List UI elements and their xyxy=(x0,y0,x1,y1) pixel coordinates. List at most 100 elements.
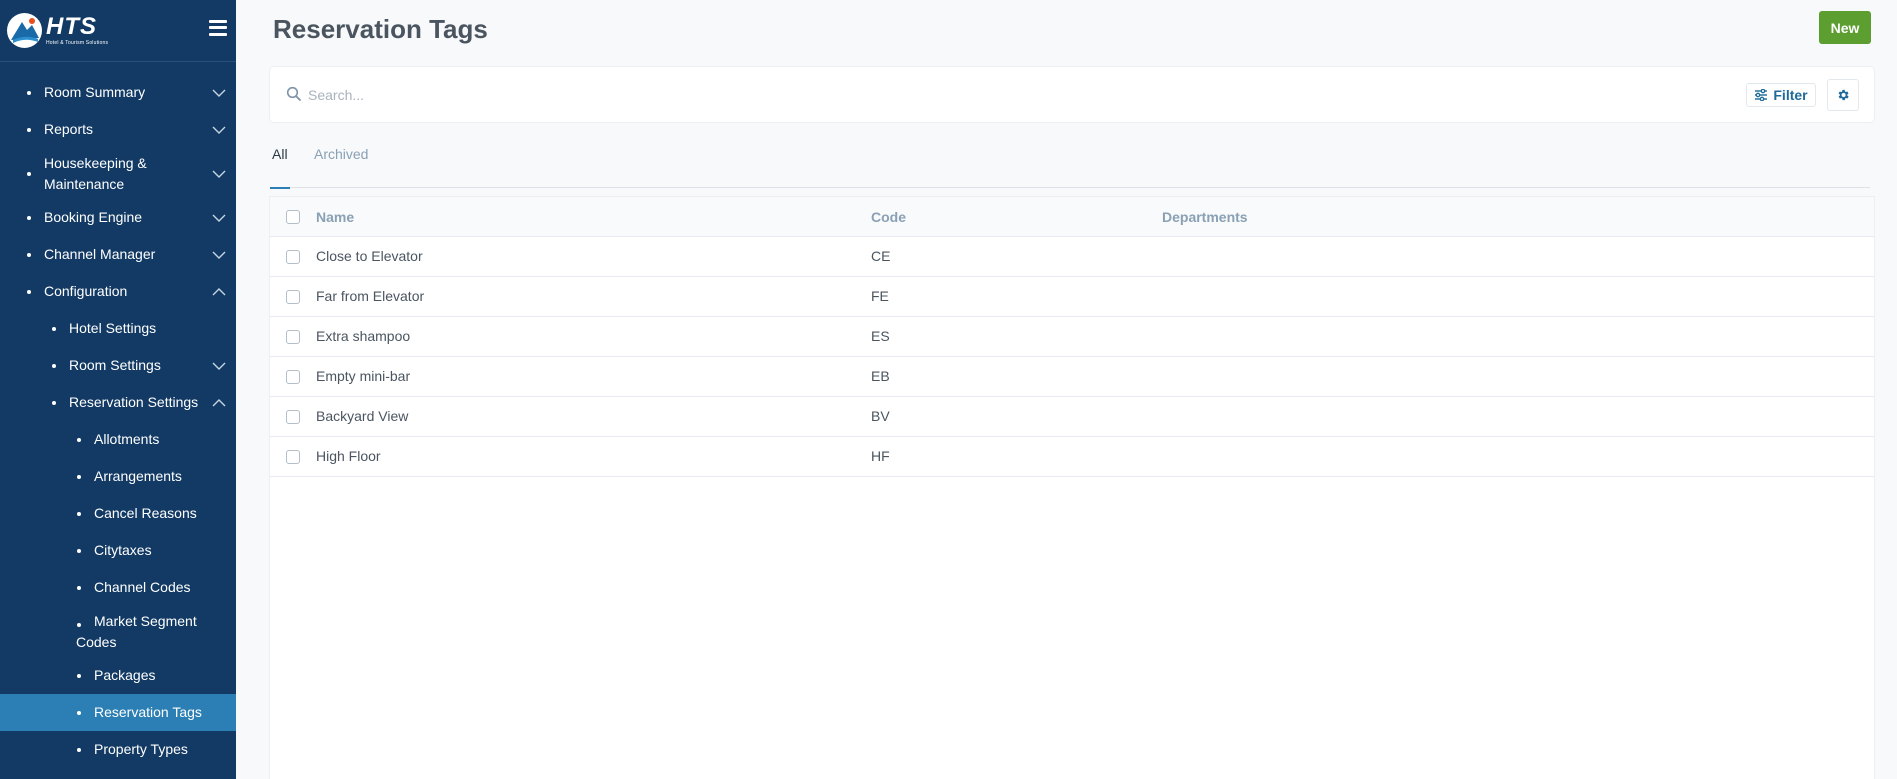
chevron-up-icon[interactable] xyxy=(212,398,226,407)
bullet xyxy=(77,474,81,479)
sidebar-item-arrangements[interactable]: Arrangements xyxy=(0,458,236,495)
sidebar-item-reservation-tags[interactable]: Reservation Tags xyxy=(0,694,236,731)
column-header-departments[interactable]: Departments xyxy=(1162,209,1248,225)
sidebar-item-booking-engine[interactable]: Booking Engine xyxy=(0,199,236,236)
sidebar-item-channel-codes[interactable]: Channel Codes xyxy=(0,569,236,606)
sidebar-item-allotments[interactable]: Allotments xyxy=(0,421,236,458)
sidebar-item-label: Arrangements xyxy=(94,468,182,484)
table-row[interactable]: Backyard View BV xyxy=(270,397,1874,437)
cell-code: BV xyxy=(871,408,890,424)
filter-button[interactable]: Filter xyxy=(1746,83,1816,107)
bullet xyxy=(27,90,31,95)
bullet xyxy=(27,127,31,132)
sidebar-item-label: Reservation Tags xyxy=(94,704,202,720)
table-body: Close to Elevator CE Far from Elevator FE Ex… xyxy=(270,237,1874,477)
sidebar-item-configuration[interactable]: Configuration xyxy=(0,273,236,310)
sidebar-item-label: Citytaxes xyxy=(94,542,152,558)
sidebar-item-reservation-settings[interactable]: Reservation Settings xyxy=(0,384,236,421)
sidebar-item-property-types[interactable]: Property Types xyxy=(0,731,236,768)
sidebar-item-room-settings[interactable]: Room Settings xyxy=(0,347,236,384)
sidebar-item-label: Market Segment Codes xyxy=(76,612,197,650)
bullet xyxy=(27,171,31,176)
chevron-down-icon[interactable] xyxy=(212,251,226,259)
cell-name: Empty mini-bar xyxy=(316,368,411,384)
chevron-down-icon[interactable] xyxy=(212,214,226,222)
bullet xyxy=(77,585,81,590)
cell-code: EB xyxy=(871,368,890,384)
bullet xyxy=(77,511,81,516)
sidebar-item-label: Reservation Settings xyxy=(69,394,199,410)
column-header-code[interactable]: Code xyxy=(871,209,906,225)
tabs: All Archived xyxy=(270,145,1870,189)
sidebar-item-citytaxes[interactable]: Citytaxes xyxy=(0,532,236,569)
bullet xyxy=(52,400,56,405)
sidebar-item-label: Property Types xyxy=(94,741,188,757)
search-input[interactable] xyxy=(308,83,1608,107)
chevron-down-icon[interactable] xyxy=(212,170,226,178)
sidebar-item-market-segment-codes[interactable]: Market Segment Codes xyxy=(0,606,236,657)
sidebar-item-label: Booking Engine xyxy=(44,209,143,225)
bullet xyxy=(77,747,81,752)
row-checkbox[interactable] xyxy=(286,410,300,424)
table-row[interactable]: Far from Elevator FE xyxy=(270,277,1874,317)
sidebar-item-packages[interactable]: Packages xyxy=(0,657,236,694)
sidebar-item-label: Cancel Reasons xyxy=(94,505,197,521)
table-row[interactable]: High Floor HF xyxy=(270,437,1874,477)
chevron-down-icon[interactable] xyxy=(212,89,226,97)
bullet xyxy=(27,252,31,257)
sidebar-item-label: Room Settings xyxy=(69,357,161,373)
bullet xyxy=(52,326,56,331)
sidebar-item-label: Packages xyxy=(94,667,156,683)
logo-mark xyxy=(7,13,42,48)
logo[interactable]: HTS Hotel & Tourism Solutions xyxy=(7,13,108,48)
sidebar-header: HTS Hotel & Tourism Solutions xyxy=(0,0,236,62)
cell-name: Backyard View xyxy=(316,408,409,424)
settings-button[interactable] xyxy=(1827,79,1859,111)
sidebar-item-housekeeping-and-maintenance[interactable]: Housekeeping & Maintenance xyxy=(0,148,236,199)
sliders-icon xyxy=(1755,89,1768,101)
row-checkbox[interactable] xyxy=(286,330,300,344)
sidebar-item-label: Housekeeping & Maintenance xyxy=(44,154,147,192)
sidebar-item-label: Reports xyxy=(44,121,94,137)
bullet xyxy=(27,215,31,220)
hamburger-icon[interactable] xyxy=(209,19,227,36)
row-checkbox[interactable] xyxy=(286,290,300,304)
cell-name: Far from Elevator xyxy=(316,288,425,304)
gear-icon xyxy=(1838,89,1849,101)
table-row[interactable]: Empty mini-bar EB xyxy=(270,357,1874,397)
search-bar: Filter xyxy=(270,67,1874,122)
column-header-name[interactable]: Name xyxy=(316,209,354,225)
bullet xyxy=(77,623,81,627)
chevron-down-icon[interactable] xyxy=(212,362,226,370)
row-checkbox[interactable] xyxy=(286,250,300,264)
sidebar-item-channel-manager[interactable]: Channel Manager xyxy=(0,236,236,273)
sidebar-item-room-summary[interactable]: Room Summary xyxy=(0,74,236,111)
sidebar-item-hotel-settings[interactable]: Hotel Settings xyxy=(0,310,236,347)
chevron-up-icon[interactable] xyxy=(212,287,226,296)
sidebar: HTS Hotel & Tourism Solutions Room Summa… xyxy=(0,0,236,779)
table-row[interactable]: Close to Elevator CE xyxy=(270,237,1874,277)
bullet xyxy=(77,437,81,442)
cell-name: Close to Elevator xyxy=(316,248,423,264)
cell-name: Extra shampoo xyxy=(316,328,411,344)
table-row[interactable]: Extra shampoo ES xyxy=(270,317,1874,357)
new-button[interactable]: New xyxy=(1819,11,1871,44)
chevron-down-icon[interactable] xyxy=(212,126,226,134)
page-title: Reservation Tags xyxy=(273,14,488,44)
cell-code: ES xyxy=(871,328,890,344)
sidebar-item-label: Configuration xyxy=(44,283,128,299)
cell-name: High Floor xyxy=(316,448,381,464)
row-checkbox[interactable] xyxy=(286,370,300,384)
select-all-checkbox[interactable] xyxy=(286,210,300,224)
sidebar-item-label: Allotments xyxy=(94,431,160,447)
bullet xyxy=(27,289,31,294)
tab-archived[interactable]: Archived xyxy=(314,145,368,188)
sidebar-item-reports[interactable]: Reports xyxy=(0,111,236,148)
cell-code: FE xyxy=(871,288,889,304)
row-checkbox[interactable] xyxy=(286,450,300,464)
tab-all[interactable]: All xyxy=(270,145,290,189)
sidebar-item-label: Channel Manager xyxy=(44,246,156,262)
cell-code: HF xyxy=(871,448,890,464)
sidebar-item-cancel-reasons[interactable]: Cancel Reasons xyxy=(0,495,236,532)
search-icon xyxy=(286,86,301,101)
